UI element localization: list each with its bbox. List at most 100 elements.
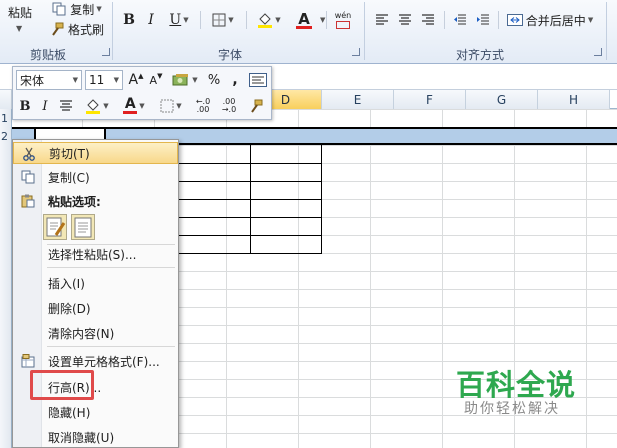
copy-label: 复制 bbox=[70, 2, 95, 17]
table-border bbox=[321, 145, 322, 253]
group-divider bbox=[606, 2, 607, 60]
menu-item-cut[interactable]: 剪切(T) bbox=[13, 142, 178, 164]
brush-icon bbox=[52, 22, 64, 36]
mini-font-size[interactable]: 11 ▼ bbox=[85, 70, 123, 90]
shrink-font-button[interactable]: A ▼ bbox=[147, 70, 165, 90]
chevron-down-icon: ▼ bbox=[228, 16, 234, 24]
paste-option-icon[interactable] bbox=[43, 214, 67, 240]
dialog-launcher-icon[interactable] bbox=[102, 48, 110, 56]
chevron-down-icon: ▼ bbox=[183, 16, 189, 24]
wen-glyph: wén bbox=[334, 10, 352, 20]
decrease-decimal-button[interactable]: .00 →.0 bbox=[217, 96, 241, 116]
percent-button[interactable]: % bbox=[205, 70, 223, 90]
font-color-button[interactable]: A bbox=[288, 9, 320, 31]
align-right-button[interactable] bbox=[418, 9, 438, 31]
increase-decimal-button[interactable]: ←.0 .00 bbox=[191, 96, 215, 116]
menu-item-label: 清除内容(N) bbox=[48, 326, 115, 341]
table-border bbox=[178, 253, 322, 254]
menu-item-insert[interactable]: 插入(I) bbox=[13, 272, 178, 294]
toolbar-divider bbox=[246, 11, 247, 29]
menu-item-hide[interactable]: 隐藏(H) bbox=[13, 401, 178, 423]
menu-item-format-cells[interactable]: 设置单元格格式(F)... bbox=[13, 350, 178, 372]
underline-glyph: U bbox=[169, 12, 182, 28]
mini-fill-color-button[interactable]: ▼ bbox=[81, 96, 113, 116]
menu-separator bbox=[47, 346, 175, 347]
mini-bold-button[interactable]: B bbox=[17, 96, 33, 116]
menu-item-label: 删除(D) bbox=[48, 301, 91, 316]
phonetic-icon bbox=[336, 20, 350, 29]
format-cells-icon bbox=[21, 354, 35, 368]
align-left-button[interactable] bbox=[372, 9, 392, 31]
underline-button[interactable]: U ▼ bbox=[164, 9, 194, 31]
currency-icon bbox=[172, 74, 189, 86]
align-center-button[interactable] bbox=[395, 9, 415, 31]
fill-color-button[interactable]: ▼ bbox=[252, 9, 286, 31]
menu-item-label: 取消隐藏(U) bbox=[48, 430, 115, 445]
chevron-down-icon: ▼ bbox=[587, 16, 594, 24]
paste-label: 粘贴 bbox=[7, 5, 32, 20]
menu-item-delete[interactable]: 删除(D) bbox=[13, 297, 178, 319]
accounting-format-button[interactable]: ▼ bbox=[169, 70, 201, 90]
merge-center-button[interactable]: 合并后居中 ▼ bbox=[502, 9, 598, 31]
paste-brush-icon bbox=[46, 217, 66, 237]
mini-font-name[interactable]: 宋体 ▼ bbox=[16, 70, 82, 90]
menu-item-copy[interactable]: 复制(C) bbox=[13, 166, 178, 188]
grow-font-button[interactable]: A ▲ bbox=[127, 70, 145, 90]
comma-button[interactable]: , bbox=[227, 70, 243, 90]
bold-button[interactable]: B bbox=[120, 9, 138, 31]
font-color-glyph: A bbox=[124, 96, 136, 112]
watermark: 百科全说 助你轻松解决 bbox=[440, 356, 600, 426]
menu-item-clear-contents[interactable]: 清除内容(N) bbox=[13, 322, 178, 344]
paste-button[interactable]: 粘贴 bbox=[0, 2, 40, 22]
outdent-icon bbox=[454, 14, 466, 25]
font-color-wrap: A bbox=[123, 96, 138, 114]
group-clipboard-label: 剪贴板 bbox=[29, 48, 66, 62]
menu-item-label: 插入(I) bbox=[48, 276, 85, 291]
font-color-swatch bbox=[296, 25, 312, 29]
dialog-launcher-icon[interactable] bbox=[594, 48, 602, 56]
group-font-label: 字体 bbox=[217, 48, 242, 62]
dialog-launcher-icon[interactable] bbox=[352, 48, 360, 56]
grow-font-glyph: A bbox=[128, 72, 139, 88]
align-center-icon bbox=[399, 14, 411, 25]
menu-item-paste-special[interactable]: 选择性粘贴(S)... bbox=[13, 243, 178, 265]
toolbar-divider bbox=[444, 11, 445, 29]
mini-borders-button[interactable]: ▼ bbox=[155, 96, 187, 116]
menu-item-label: 设置单元格格式(F)... bbox=[48, 354, 160, 369]
font-color-glyph: A bbox=[298, 9, 310, 28]
format-painter-button[interactable]: 格式刷 bbox=[46, 18, 108, 40]
chevron-down-icon[interactable]: ▼ bbox=[320, 16, 325, 24]
mini-format-painter-button[interactable] bbox=[245, 96, 267, 116]
column-header-f[interactable]: F bbox=[394, 90, 466, 109]
column-header-g[interactable]: G bbox=[466, 90, 538, 109]
paste-values-icon[interactable] bbox=[71, 214, 95, 240]
italic-button[interactable]: I bbox=[142, 9, 160, 31]
row-header-bar: 1 2 bbox=[0, 109, 12, 448]
select-all-corner[interactable] bbox=[0, 90, 12, 109]
mini-italic-button[interactable]: I bbox=[37, 96, 53, 116]
mini-font-color-button[interactable]: A ▼ bbox=[117, 96, 151, 116]
paste-dropdown-icon[interactable]: ▼ bbox=[16, 24, 22, 33]
group-divider bbox=[112, 2, 113, 60]
wrap-text-button[interactable] bbox=[247, 70, 269, 90]
decrease-indent-button[interactable] bbox=[450, 9, 470, 31]
borders-button[interactable]: ▼ bbox=[206, 9, 240, 31]
row-number[interactable]: 1 bbox=[1, 112, 8, 125]
paste-values-glyph-icon bbox=[74, 217, 92, 238]
copy-button[interactable]: 复制 ▼ bbox=[46, 0, 108, 20]
font-name-value: 宋体 bbox=[20, 73, 45, 88]
font-size-value: 11 bbox=[89, 73, 105, 87]
ribbon: 粘贴 ▼ 复制 ▼ 格式刷 剪贴板 B I U ▼ ▼ ▼ A ▼ wén 字体 bbox=[0, 0, 617, 64]
menu-item-unhide[interactable]: 取消隐藏(U) bbox=[13, 426, 178, 448]
chevron-down-icon: ▼ bbox=[176, 102, 182, 110]
increase-indent-button[interactable] bbox=[473, 9, 493, 31]
chevron-down-icon: ▼ bbox=[72, 76, 78, 84]
font-color-swatch bbox=[123, 111, 138, 114]
row-number[interactable]: 2 bbox=[1, 130, 8, 143]
mini-center-button[interactable] bbox=[57, 96, 75, 116]
phonetic-button[interactable]: wén bbox=[330, 9, 356, 31]
column-header-h[interactable]: H bbox=[538, 90, 610, 109]
column-header-e[interactable]: E bbox=[322, 90, 394, 109]
chevron-down-icon: ▼ bbox=[139, 102, 145, 110]
toolbar-divider bbox=[498, 11, 499, 29]
